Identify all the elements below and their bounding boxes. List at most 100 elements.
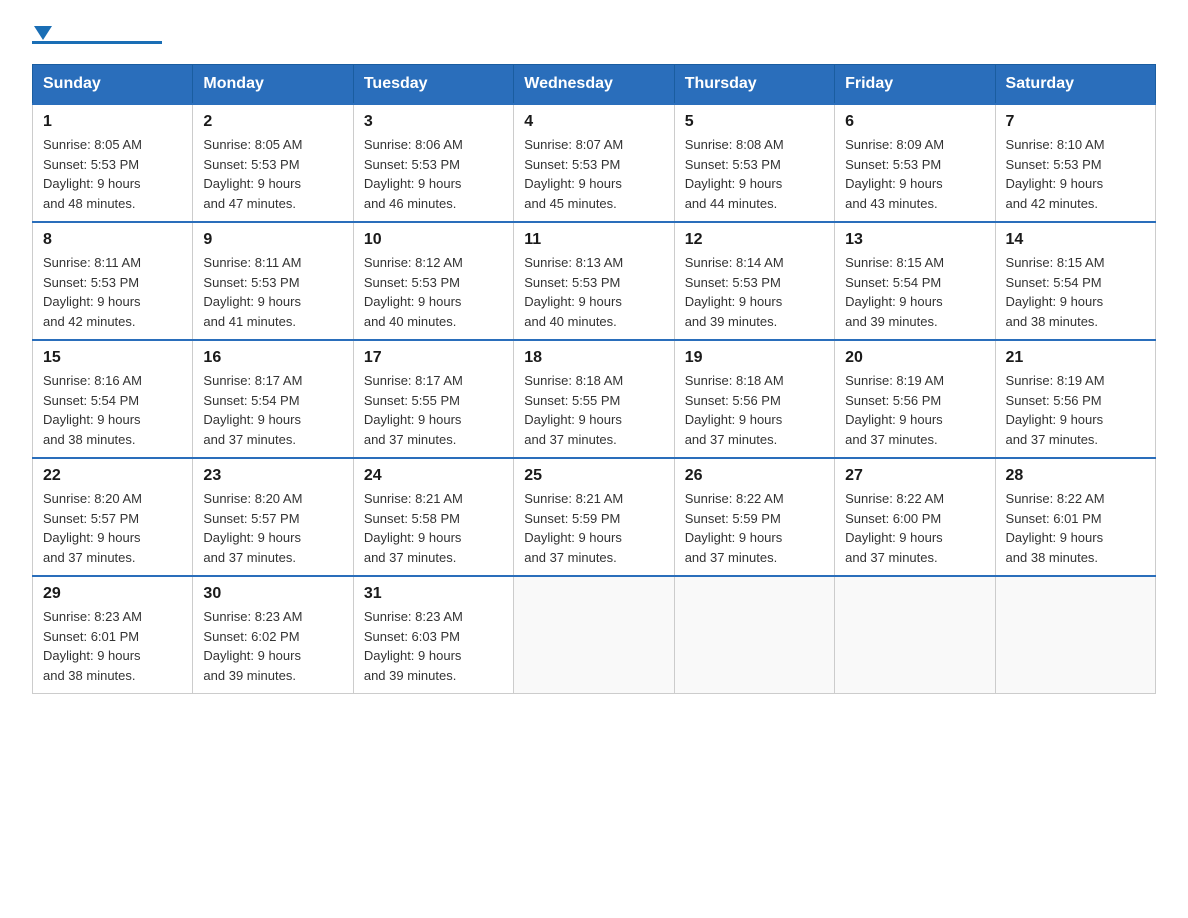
calendar-week-row: 22 Sunrise: 8:20 AMSunset: 5:57 PMDayligh… [33,458,1156,576]
day-number: 12 [685,231,824,249]
day-info: Sunrise: 8:07 AMSunset: 5:53 PMDaylight:… [524,135,663,213]
day-number: 13 [845,231,984,249]
calendar-header-saturday: Saturday [995,65,1155,105]
calendar-day-cell: 1 Sunrise: 8:05 AMSunset: 5:53 PMDaylight… [33,104,193,222]
calendar-table: SundayMondayTuesdayWednesdayThursdayFrid… [32,64,1156,694]
day-number: 15 [43,349,182,367]
day-info: Sunrise: 8:11 AMSunset: 5:53 PMDaylight:… [203,253,342,331]
day-info: Sunrise: 8:20 AMSunset: 5:57 PMDaylight:… [203,489,342,567]
page-header [32,24,1156,44]
day-number: 3 [364,113,503,131]
day-number: 5 [685,113,824,131]
day-number: 26 [685,467,824,485]
calendar-day-cell: 10 Sunrise: 8:12 AMSunset: 5:53 PMDayligh… [353,222,513,340]
calendar-day-cell: 27 Sunrise: 8:22 AMSunset: 6:00 PMDayligh… [835,458,995,576]
day-number: 29 [43,585,182,603]
day-info: Sunrise: 8:23 AMSunset: 6:03 PMDaylight:… [364,607,503,685]
calendar-day-cell: 11 Sunrise: 8:13 AMSunset: 5:53 PMDayligh… [514,222,674,340]
day-info: Sunrise: 8:14 AMSunset: 5:53 PMDaylight:… [685,253,824,331]
day-number: 23 [203,467,342,485]
calendar-day-cell: 17 Sunrise: 8:17 AMSunset: 5:55 PMDayligh… [353,340,513,458]
day-info: Sunrise: 8:19 AMSunset: 5:56 PMDaylight:… [1006,371,1145,449]
calendar-day-cell: 4 Sunrise: 8:07 AMSunset: 5:53 PMDaylight… [514,104,674,222]
calendar-day-cell: 21 Sunrise: 8:19 AMSunset: 5:56 PMDayligh… [995,340,1155,458]
day-number: 10 [364,231,503,249]
day-number: 2 [203,113,342,131]
calendar-day-cell: 18Sunrise: 8:18 AMSunset: 5:55 PMDayligh… [514,340,674,458]
day-number: 21 [1006,349,1145,367]
day-number: 25 [524,467,663,485]
day-number: 18 [524,349,663,367]
day-info: Sunrise: 8:19 AMSunset: 5:56 PMDaylight:… [845,371,984,449]
calendar-day-cell: 22Sunrise: 8:20 AMSunset: 5:57 PMDayligh… [33,458,193,576]
day-info: Sunrise: 8:17 AMSunset: 5:54 PMDaylight:… [203,371,342,449]
calendar-day-cell: 16Sunrise: 8:17 AMSunset: 5:54 PMDayligh… [193,340,353,458]
day-number: 1 [43,113,182,131]
calendar-day-cell: 15 Sunrise: 8:16 AMSunset: 5:54 PMDayligh… [33,340,193,458]
calendar-day-cell: 31Sunrise: 8:23 AMSunset: 6:03 PMDayligh… [353,576,513,694]
calendar-day-cell: 7 Sunrise: 8:10 AMSunset: 5:53 PMDaylight… [995,104,1155,222]
day-info: Sunrise: 8:23 AMSunset: 6:02 PMDaylight:… [203,607,342,685]
calendar-header-row: SundayMondayTuesdayWednesdayThursdayFrid… [33,65,1156,105]
calendar-day-cell: 26 Sunrise: 8:22 AMSunset: 5:59 PMDayligh… [674,458,834,576]
day-number: 24 [364,467,503,485]
day-number: 17 [364,349,503,367]
calendar-day-cell: 13 Sunrise: 8:15 AMSunset: 5:54 PMDayligh… [835,222,995,340]
day-number: 14 [1006,231,1145,249]
day-info: Sunrise: 8:15 AMSunset: 5:54 PMDaylight:… [845,253,984,331]
day-info: Sunrise: 8:11 AMSunset: 5:53 PMDaylight:… [43,253,182,331]
day-number: 28 [1006,467,1145,485]
calendar-day-cell: 28 Sunrise: 8:22 AMSunset: 6:01 PMDayligh… [995,458,1155,576]
day-number: 4 [524,113,663,131]
day-info: Sunrise: 8:22 AMSunset: 6:01 PMDaylight:… [1006,489,1145,567]
day-number: 27 [845,467,984,485]
calendar-day-cell: 2 Sunrise: 8:05 AMSunset: 5:53 PMDaylight… [193,104,353,222]
day-number: 7 [1006,113,1145,131]
calendar-day-cell: 12 Sunrise: 8:14 AMSunset: 5:53 PMDayligh… [674,222,834,340]
day-info: Sunrise: 8:12 AMSunset: 5:53 PMDaylight:… [364,253,503,331]
calendar-day-cell: 19Sunrise: 8:18 AMSunset: 5:56 PMDayligh… [674,340,834,458]
day-info: Sunrise: 8:16 AMSunset: 5:54 PMDaylight:… [43,371,182,449]
day-number: 30 [203,585,342,603]
calendar-week-row: 8 Sunrise: 8:11 AMSunset: 5:53 PMDaylight… [33,222,1156,340]
day-number: 22 [43,467,182,485]
calendar-header-thursday: Thursday [674,65,834,105]
calendar-week-row: 29Sunrise: 8:23 AMSunset: 6:01 PMDayligh… [33,576,1156,694]
calendar-day-cell [995,576,1155,694]
day-info: Sunrise: 8:15 AMSunset: 5:54 PMDaylight:… [1006,253,1145,331]
calendar-day-cell: 23 Sunrise: 8:20 AMSunset: 5:57 PMDayligh… [193,458,353,576]
day-info: Sunrise: 8:05 AMSunset: 5:53 PMDaylight:… [43,135,182,213]
calendar-day-cell [514,576,674,694]
logo-underline [32,41,162,44]
day-number: 6 [845,113,984,131]
day-number: 11 [524,231,663,249]
day-number: 9 [203,231,342,249]
day-info: Sunrise: 8:18 AMSunset: 5:56 PMDaylight:… [685,371,824,449]
calendar-week-row: 1 Sunrise: 8:05 AMSunset: 5:53 PMDaylight… [33,104,1156,222]
day-info: Sunrise: 8:10 AMSunset: 5:53 PMDaylight:… [1006,135,1145,213]
calendar-day-cell: 30 Sunrise: 8:23 AMSunset: 6:02 PMDayligh… [193,576,353,694]
calendar-header-sunday: Sunday [33,65,193,105]
day-info: Sunrise: 8:22 AMSunset: 6:00 PMDaylight:… [845,489,984,567]
calendar-day-cell: 8 Sunrise: 8:11 AMSunset: 5:53 PMDaylight… [33,222,193,340]
day-info: Sunrise: 8:22 AMSunset: 5:59 PMDaylight:… [685,489,824,567]
day-info: Sunrise: 8:13 AMSunset: 5:53 PMDaylight:… [524,253,663,331]
day-number: 20 [845,349,984,367]
calendar-header-friday: Friday [835,65,995,105]
calendar-day-cell: 14 Sunrise: 8:15 AMSunset: 5:54 PMDayligh… [995,222,1155,340]
logo [32,24,162,44]
day-number: 8 [43,231,182,249]
calendar-day-cell: 3Sunrise: 8:06 AMSunset: 5:53 PMDaylight… [353,104,513,222]
calendar-day-cell: 5Sunrise: 8:08 AMSunset: 5:53 PMDaylight… [674,104,834,222]
calendar-week-row: 15 Sunrise: 8:16 AMSunset: 5:54 PMDayligh… [33,340,1156,458]
calendar-day-cell: 9 Sunrise: 8:11 AMSunset: 5:53 PMDaylight… [193,222,353,340]
logo-triangle-icon [34,26,52,40]
day-info: Sunrise: 8:17 AMSunset: 5:55 PMDaylight:… [364,371,503,449]
calendar-day-cell [835,576,995,694]
day-info: Sunrise: 8:21 AMSunset: 5:58 PMDaylight:… [364,489,503,567]
calendar-header-monday: Monday [193,65,353,105]
calendar-day-cell: 20 Sunrise: 8:19 AMSunset: 5:56 PMDayligh… [835,340,995,458]
day-info: Sunrise: 8:21 AMSunset: 5:59 PMDaylight:… [524,489,663,567]
day-info: Sunrise: 8:05 AMSunset: 5:53 PMDaylight:… [203,135,342,213]
day-info: Sunrise: 8:09 AMSunset: 5:53 PMDaylight:… [845,135,984,213]
